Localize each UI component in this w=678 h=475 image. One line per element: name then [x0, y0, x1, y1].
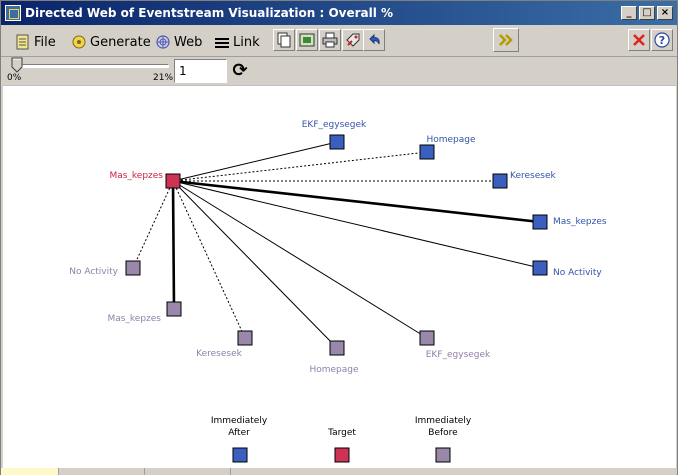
threshold-slider-bar: 0% 21% 1 ⟳: [1, 57, 677, 85]
legend-after-swatch[interactable]: [232, 447, 248, 463]
red-x-icon: [633, 34, 645, 46]
node-label-before: Homepage: [309, 365, 359, 375]
directed-web-graph: EKF_egysegek Homepage Keresesek Mas_kepzes N…: [69, 120, 607, 463]
print-button[interactable]: [319, 29, 341, 51]
node-before[interactable]: [329, 340, 345, 356]
legend-after-label: Immediately: [211, 416, 268, 426]
menu-link[interactable]: Link: [214, 33, 260, 51]
export-icon: [299, 33, 315, 47]
link-line-before[interactable]: [172, 180, 246, 339]
node-before[interactable]: [166, 301, 182, 317]
undo-icon: [369, 33, 380, 45]
slider-thumb[interactable]: [11, 57, 23, 73]
web-canvas: EKF_egysegek Homepage Keresesek Mas_kepzes N…: [3, 85, 676, 468]
svg-text:?: ?: [659, 34, 665, 47]
node-after[interactable]: [492, 173, 508, 189]
menu-link-label: Link: [233, 34, 260, 50]
copy-icon: [277, 32, 291, 48]
node-after[interactable]: [329, 134, 345, 150]
file-icon: [15, 34, 31, 50]
export-button[interactable]: [296, 29, 318, 51]
link-line-after[interactable]: [172, 179, 541, 224]
generate-icon: [71, 34, 87, 50]
status-cell-1: [1, 468, 59, 475]
node-label-after: Homepage: [426, 135, 476, 145]
undo-button[interactable]: [363, 29, 385, 51]
help-button[interactable]: ?: [651, 29, 673, 51]
tag-icon: [346, 33, 360, 47]
legend-before-swatch[interactable]: [435, 447, 451, 463]
slider-max-label: 21%: [153, 73, 174, 83]
node-label-after: Mas_kepzes: [553, 217, 607, 227]
link-line-after[interactable]: [172, 151, 428, 182]
legend-target-label: Target: [327, 428, 356, 438]
menu-bar: File Generate Web Link ?: [1, 25, 677, 57]
menu-generate-label: Generate: [90, 34, 151, 50]
node-after[interactable]: [532, 214, 548, 230]
node-label-before: Mas_kepzes: [107, 314, 161, 324]
node-target[interactable]: [165, 173, 181, 189]
status-cell-3: [145, 468, 231, 475]
help-icon: ?: [654, 32, 670, 48]
menu-file[interactable]: File: [15, 33, 56, 51]
link-line-before[interactable]: [132, 180, 174, 269]
legend-after-label: After: [228, 428, 250, 438]
tag-button[interactable]: [342, 29, 364, 51]
node-label-after: EKF_egysegek: [302, 120, 367, 130]
node-label-before: No Activity: [69, 267, 118, 277]
menu-generate[interactable]: Generate: [71, 33, 151, 51]
node-after[interactable]: [419, 144, 435, 160]
legend-before-label: Before: [428, 428, 458, 438]
node-before[interactable]: [419, 330, 435, 346]
forward-button[interactable]: [493, 28, 519, 52]
slider-min-label: 0%: [7, 73, 22, 83]
legend-before-label: Immediately: [415, 416, 472, 426]
node-label-after: No Activity: [553, 268, 602, 278]
link-line-after[interactable]: [172, 180, 541, 269]
node-before[interactable]: [125, 260, 141, 276]
link-line-before[interactable]: [172, 180, 338, 349]
status-bar: [1, 468, 677, 475]
web-icon: [155, 34, 171, 50]
slider-track[interactable]: [13, 64, 169, 68]
menu-web-label: Web: [174, 34, 203, 50]
node-label-before: Keresesek: [196, 349, 242, 359]
maximize-button[interactable]: □: [639, 6, 655, 20]
menu-file-label: File: [34, 34, 56, 50]
node-label-target: Mas_kepzes: [109, 171, 163, 181]
link-line-before[interactable]: [171, 180, 176, 310]
menu-web[interactable]: Web: [155, 33, 202, 51]
double-chevron-right-icon: [499, 34, 513, 46]
threshold-input[interactable]: 1: [174, 59, 227, 83]
title-bar[interactable]: Directed Web of Eventstream Visualizatio…: [1, 1, 677, 25]
window-title: Directed Web of Eventstream Visualizatio…: [25, 6, 394, 20]
node-after[interactable]: [532, 260, 548, 276]
print-icon: [322, 32, 338, 48]
app-icon: [5, 5, 21, 21]
refresh-icon[interactable]: ⟳: [231, 61, 249, 81]
copy-button[interactable]: [273, 29, 295, 51]
node-before[interactable]: [237, 330, 253, 346]
main-window: Directed Web of Eventstream Visualizatio…: [0, 0, 678, 475]
legend-target-swatch[interactable]: [334, 447, 350, 463]
minimize-button[interactable]: _: [621, 6, 637, 20]
node-label-after: Keresesek: [510, 171, 556, 181]
status-cell-2: [59, 468, 145, 475]
close-view-button[interactable]: [628, 29, 650, 51]
node-label-before: EKF_egysegek: [426, 350, 491, 360]
link-icon: [214, 34, 230, 50]
close-window-button[interactable]: ×: [657, 6, 673, 20]
link-line-after[interactable]: [172, 141, 338, 182]
